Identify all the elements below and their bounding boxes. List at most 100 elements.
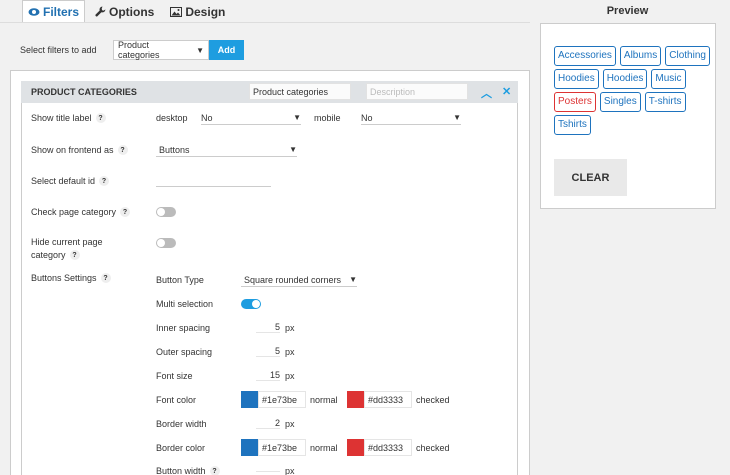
buttons-settings-text: Buttons Settings [31,273,97,283]
border-color-label: Border color [156,443,206,453]
font-color-label: Font color [156,395,197,405]
border-color-normal-input[interactable]: #1e73be [258,439,306,456]
category-filter-button[interactable]: Music [651,69,686,89]
show-title-label-text: Show title label [31,113,92,123]
font-color-checked-input[interactable]: #dd3333 [364,391,412,408]
inner-spacing-unit: px [285,322,295,333]
button-width-value[interactable] [256,470,280,472]
help-icon[interactable]: ? [120,207,131,217]
select-filters-label: Select filters to add [20,45,97,55]
border-color-normal-label: normal [310,443,338,453]
font-size-value[interactable]: 15 [256,370,280,381]
tab-filters-label: Filters [43,4,80,19]
tab-design[interactable]: Design [170,0,225,23]
filter-name-input[interactable]: Product categories [249,83,351,100]
border-width-unit: px [285,418,295,429]
category-filter-button[interactable]: Hoodies [554,69,599,89]
font-color-normal-label: normal [310,395,338,405]
font-color-checked-label: checked [416,395,450,405]
frontend-display-select[interactable]: Buttons ▼ [156,143,297,157]
button-type-value: Square rounded corners [244,274,342,285]
filter-type-select[interactable]: Product categories ▼ [113,40,209,60]
show-on-frontend-text: Show on frontend as [31,145,114,155]
select-filters-row: Select filters to add Product categories… [20,40,244,60]
button-type-select[interactable]: Square rounded corners ▼ [241,273,357,287]
desktop-label: desktop [156,113,188,123]
default-id-input[interactable] [156,173,271,187]
hide-current-category-label-line2: category ? [31,250,80,260]
category-filter-button[interactable]: Accessories [554,46,616,66]
image-icon [170,6,183,17]
multi-selection-label: Multi selection [156,299,214,309]
outer-spacing-label: Outer spacing [156,347,213,357]
clear-button[interactable]: CLEAR [554,159,627,196]
button-width-label: Button width ? [156,466,220,475]
preview-panel: Accessories Albums Clothing Hoodies Hoodies M… [540,23,716,209]
chevron-down-icon: ▼ [289,145,297,154]
eye-icon [28,7,40,17]
desktop-title-select[interactable]: No ▼ [201,111,301,125]
chevron-down-icon: ▼ [293,113,301,122]
filter-header: PRODUCT CATEGORIES Product categories De… [21,81,518,103]
filter-description-input[interactable]: Description [366,83,468,100]
chevron-down-icon: ▼ [453,113,461,122]
show-on-frontend-label: Show on frontend as ? [31,145,128,155]
chevron-down-icon: ▼ [196,45,204,55]
help-icon[interactable]: ? [100,273,111,283]
button-width-unit: px [285,466,295,475]
check-page-category-text: Check page category [31,207,117,217]
outer-spacing-field[interactable]: 5 px [256,346,295,357]
add-filter-button[interactable]: Add [209,40,244,60]
mobile-label: mobile [314,113,341,123]
multi-selection-toggle[interactable] [241,299,261,309]
inner-spacing-field[interactable]: 5 px [256,322,295,333]
close-icon[interactable]: ✕ [502,85,511,98]
category-filter-button[interactable]: Albums [619,46,662,66]
outer-spacing-value[interactable]: 5 [256,346,280,357]
help-icon[interactable]: ? [209,466,220,475]
font-color-normal-input[interactable]: #1e73be [258,391,306,408]
border-width-label: Border width [156,419,207,429]
font-color-checked-swatch[interactable] [347,391,364,408]
outer-spacing-unit: px [285,346,295,357]
tab-options[interactable]: Options [95,0,154,23]
check-page-category-toggle[interactable] [156,207,176,217]
category-filter-button[interactable]: Hoodies [602,69,648,89]
mobile-title-value: No [361,112,373,123]
category-filter-button[interactable]: T-shirts [644,92,686,112]
button-type-label: Button Type [156,275,204,285]
collapse-icon[interactable]: ︿ [481,85,492,101]
border-color-normal-swatch[interactable] [241,439,258,456]
border-color-checked-swatch[interactable] [347,439,364,456]
mobile-title-select[interactable]: No ▼ [361,111,461,125]
check-page-category-label: Check page category ? [31,207,131,217]
category-filter-button[interactable]: Tshirts [554,115,591,135]
help-icon[interactable]: ? [99,176,110,186]
category-filter-button[interactable]: Singles [599,92,641,112]
inner-spacing-value[interactable]: 5 [256,322,280,333]
help-icon[interactable]: ? [117,145,128,155]
font-size-field[interactable]: 15 px [256,370,295,381]
tab-filters[interactable]: Filters [22,0,86,23]
buttons-settings-label: Buttons Settings ? [31,273,111,283]
hide-current-category-label-line1: Hide current page [31,237,103,247]
border-width-field[interactable]: 2 px [256,418,295,429]
chevron-down-icon: ▼ [349,275,357,284]
help-icon[interactable]: ? [95,113,106,123]
desktop-title-value: No [201,112,213,123]
button-width-field[interactable]: px [256,466,295,475]
hide-current-category-text: category [31,250,66,260]
font-color-normal-swatch[interactable] [241,391,258,408]
font-size-label: Font size [156,371,193,381]
hide-current-category-toggle[interactable] [156,238,176,248]
wrench-icon [95,6,106,17]
category-filter-button[interactable]: Clothing [665,46,710,66]
help-icon[interactable]: ? [69,250,80,260]
border-width-value[interactable]: 2 [256,418,280,429]
tab-bar: Filters Options Design [22,0,241,23]
border-color-checked-label: checked [416,443,450,453]
category-filter-button[interactable]: Posters [554,92,596,112]
preview-title: Preview [606,5,649,17]
select-default-id-text: Select default id [31,176,96,186]
border-color-checked-input[interactable]: #dd3333 [364,439,412,456]
